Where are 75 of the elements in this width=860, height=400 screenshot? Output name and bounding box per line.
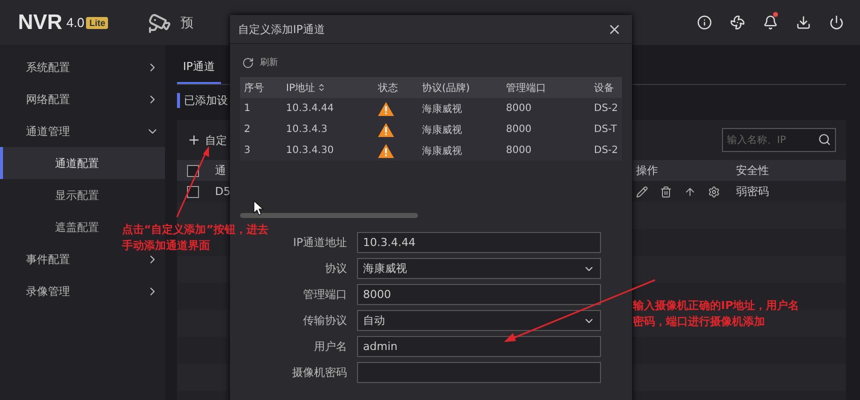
- input-field[interactable]: admin: [357, 336, 601, 357]
- gear-icon[interactable]: [708, 186, 720, 198]
- field-label: 传输协议: [302, 313, 347, 328]
- logo: NVR: [18, 10, 62, 34]
- download-icon[interactable]: [796, 15, 811, 30]
- table-cell-text: 8000: [506, 124, 532, 135]
- column-header: 安全性: [736, 163, 770, 178]
- column-header: 协议(品牌): [422, 82, 470, 94]
- dropdown-field[interactable]: 海康威视: [357, 258, 601, 279]
- table-cell-text: 1: [244, 103, 252, 114]
- scrollbar[interactable]: [240, 213, 418, 218]
- refresh-button[interactable]: 刷新: [242, 56, 278, 69]
- table-cell-text: DS-2: [594, 145, 620, 156]
- table-cell-text: 2: [244, 124, 252, 135]
- sidebar-item[interactable]: 系统配置: [26, 60, 70, 74]
- input-field[interactable]: [357, 362, 601, 383]
- input-field[interactable]: 10.3.4.44: [357, 232, 601, 253]
- column-header: 序号: [244, 82, 264, 94]
- table-cell-text: 3: [244, 145, 252, 156]
- table-cell-text: 8000: [506, 103, 532, 114]
- refresh-icon: [242, 56, 254, 68]
- field-label: 管理端口: [302, 287, 347, 302]
- annotation-text: 手动添加通道界面: [122, 238, 210, 254]
- table-cell-text: 海康威视: [422, 102, 463, 116]
- trash-icon[interactable]: [660, 186, 672, 198]
- table-cell-text: 海康威视: [422, 144, 463, 158]
- dropdown-field[interactable]: 自动: [357, 310, 601, 331]
- annotation-text: 输入摄像机正确的IP地址，用户名: [633, 298, 800, 314]
- cursor-icon: [254, 201, 264, 215]
- field-label: 协议: [324, 261, 347, 276]
- search-icon[interactable]: [818, 133, 831, 146]
- field-label: 摄像机密码: [291, 365, 347, 380]
- field-label: 用户名: [313, 339, 347, 354]
- add-button[interactable]: 自定: [187, 132, 227, 148]
- sidebar-item[interactable]: 录像管理: [26, 284, 70, 298]
- edit-icon[interactable]: [636, 186, 648, 198]
- input-field[interactable]: 8000: [357, 284, 601, 305]
- sidebar-subitem[interactable]: 通道配置: [55, 156, 99, 170]
- nav-item[interactable]: 预: [180, 14, 194, 32]
- plus-icon: [187, 133, 201, 147]
- version-text: 4.0: [66, 15, 84, 30]
- table-cell-text: 8000: [506, 145, 532, 156]
- column-header: 操作: [636, 163, 659, 178]
- table-cell-text: 海康威视: [422, 124, 463, 136]
- sidebar-item[interactable]: 网络配置: [26, 92, 70, 106]
- tab[interactable]: IP通道: [177, 53, 221, 84]
- sidebar-item[interactable]: 事件配置: [26, 252, 70, 266]
- column-header: 状态: [378, 82, 398, 94]
- dialog-title: 自定义添加IP通道: [238, 22, 325, 36]
- column-header: IP地址: [286, 82, 315, 94]
- annotation-text: 点击“自定义添加”按钮，进去: [122, 222, 268, 238]
- sort-icon[interactable]: [316, 83, 326, 92]
- sidebar-item[interactable]: 通道管理: [26, 124, 70, 138]
- annotation-text: 密码，端口进行摄像机添加: [633, 314, 765, 330]
- checkbox[interactable]: [187, 164, 199, 176]
- bell-icon[interactable]: [763, 15, 778, 30]
- column-header: 设备: [594, 82, 614, 94]
- column-header: 管理端口: [506, 82, 546, 94]
- fan-icon[interactable]: [730, 15, 745, 30]
- power-icon[interactable]: [829, 15, 844, 30]
- column-header: 通: [215, 163, 227, 178]
- table-cell-text: DS-T: [594, 124, 618, 135]
- edition-badge: Lite: [86, 16, 108, 28]
- arrow-up-icon[interactable]: [684, 186, 696, 198]
- table-cell-text: DS-2: [594, 103, 620, 114]
- info-icon[interactable]: [697, 15, 712, 30]
- table-cell-text: D5: [215, 185, 232, 198]
- sidebar-subitem[interactable]: 遮盖配置: [55, 220, 99, 234]
- table-cell-text: 10.3.4.30: [286, 145, 335, 156]
- table-cell-text: 10.3.4.3: [286, 124, 328, 135]
- sidebar-subitem[interactable]: 显示配置: [55, 188, 99, 202]
- search-field[interactable]: 输入名称、IP: [722, 128, 836, 152]
- table-cell-text: 弱密码: [736, 184, 770, 199]
- field-label: IP通道地址: [292, 235, 347, 250]
- table-cell-text: 10.3.4.44: [286, 103, 335, 114]
